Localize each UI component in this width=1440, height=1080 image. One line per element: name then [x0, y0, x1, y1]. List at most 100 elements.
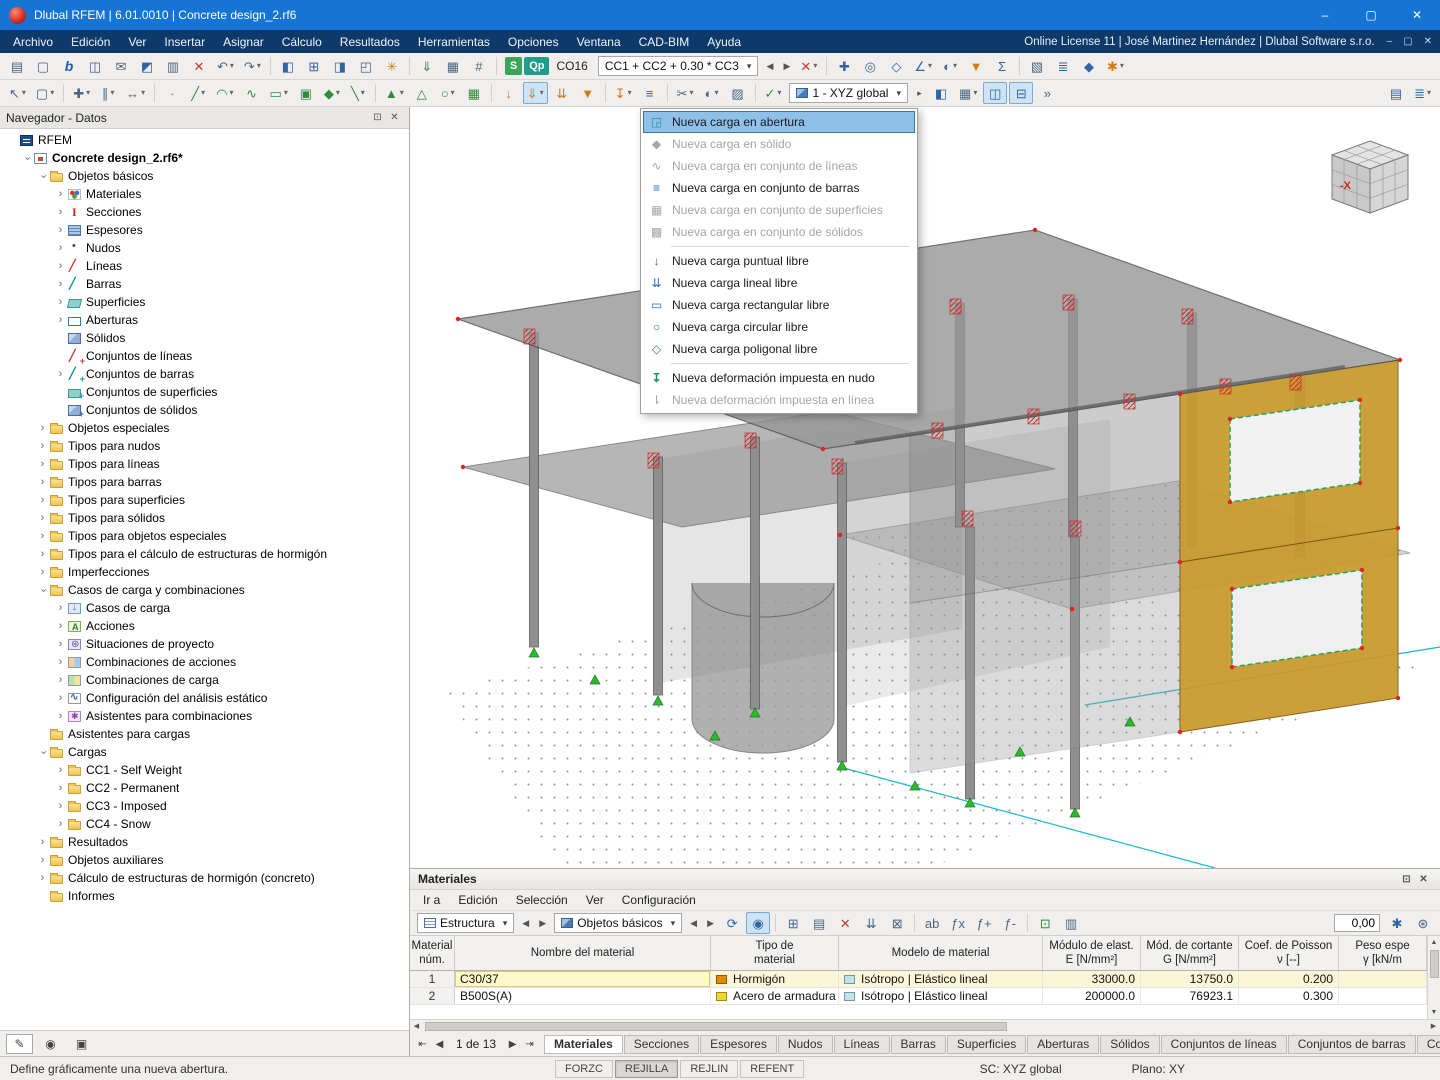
menubar-item[interactable]: Asignar — [214, 35, 273, 49]
next-page-icon[interactable]: ▶ — [504, 1039, 521, 1050]
print-icon[interactable]: ▥ — [161, 55, 185, 77]
specific-weight-cell[interactable] — [1339, 971, 1427, 987]
poisson-cell[interactable]: 0.300 — [1239, 988, 1339, 1004]
tree-item[interactable]: Objetos auxiliares — [0, 851, 409, 869]
new-node-icon[interactable]: ∙ — [160, 82, 184, 104]
tree-item[interactable]: Asistentes para combinaciones — [0, 707, 409, 725]
tree-item[interactable]: Combinaciones de acciones — [0, 653, 409, 671]
clipping-box-icon[interactable]: ▨ — [726, 82, 750, 104]
context-menu-item[interactable]: Nueva carga poligonal libre — [643, 338, 915, 360]
tree-item[interactable]: Imperfecciones — [0, 563, 409, 581]
menubar-item[interactable]: Herramientas — [409, 35, 499, 49]
next-loadcase-icon[interactable]: ▶ — [779, 55, 794, 77]
next-group-icon[interactable]: ▶ — [703, 912, 718, 934]
print-table-icon[interactable]: ▥ — [1059, 912, 1083, 934]
table-tab[interactable]: Conju — [1417, 1035, 1440, 1054]
camera-navigator-tab-icon[interactable]: ▣ — [68, 1034, 95, 1054]
menubar-item[interactable]: Cálculo — [273, 35, 331, 49]
new-surface-icon[interactable]: ▭ — [266, 82, 292, 104]
table-tab[interactable]: Líneas — [834, 1035, 890, 1054]
table-tab[interactable]: Barras — [891, 1035, 946, 1054]
tree-item[interactable]: Superficies — [0, 293, 409, 311]
tree-item[interactable]: Sólidos — [0, 329, 409, 347]
tree-expander-icon[interactable] — [54, 315, 67, 326]
visibility-icon[interactable]: ◐ — [938, 55, 962, 77]
favorites-icon[interactable]: ✱ — [1103, 55, 1128, 77]
tree-expander-icon[interactable] — [54, 261, 67, 272]
tree-item[interactable]: CC2 - Permanent — [0, 779, 409, 797]
select-arrow-icon[interactable]: ↖ — [5, 82, 30, 104]
table-tab[interactable]: Espesores — [700, 1035, 777, 1054]
data-navigator-tab-icon[interactable]: ✎ — [6, 1034, 33, 1054]
tree-item[interactable]: Tipos para el cálculo de estructuras de … — [0, 545, 409, 563]
tree-expander-icon[interactable] — [36, 513, 49, 524]
snap-toggle[interactable]: FORZC — [555, 1060, 613, 1078]
fx-icon[interactable]: ƒx — [946, 912, 970, 934]
context-menu-item[interactable]: Nueva carga circular libre — [643, 316, 915, 338]
table-tab[interactable]: Conjuntos de líneas — [1161, 1035, 1287, 1054]
separator[interactable] — [826, 57, 827, 75]
separator[interactable] — [270, 57, 271, 75]
menubar-item[interactable]: Resultados — [331, 35, 409, 49]
tree-expander-icon[interactable] — [36, 567, 49, 578]
follow-selection-icon[interactable]: ◉ — [746, 912, 770, 934]
prev-group-icon[interactable]: ◀ — [686, 912, 701, 934]
filter-icon[interactable]: ▼ — [964, 55, 988, 77]
show-loads-icon[interactable]: ⇓ — [415, 55, 439, 77]
tree-expander-icon[interactable] — [54, 675, 67, 686]
tree-item[interactable]: Casos de carga — [0, 599, 409, 617]
show-mesh-icon[interactable]: ▦ — [441, 55, 465, 77]
new-opening-icon[interactable]: ▣ — [294, 82, 318, 104]
tree-item[interactable]: Conjuntos de sólidos — [0, 401, 409, 419]
separator[interactable] — [491, 84, 492, 102]
separator[interactable] — [914, 914, 915, 932]
tree-expander-icon[interactable] — [54, 279, 67, 290]
elastic-modulus-cell[interactable]: 200000.0 — [1043, 988, 1141, 1004]
tree-item[interactable]: Informes — [0, 887, 409, 905]
table-menu-item[interactable]: Selección — [507, 893, 577, 907]
separator[interactable] — [409, 57, 410, 75]
edit-table-icon[interactable]: ▤ — [807, 912, 831, 934]
new-hinge-icon[interactable]: ○ — [436, 82, 460, 104]
context-menu-item[interactable]: Nueva carga en abertura — [643, 111, 915, 133]
table-row[interactable]: 1 C30/37 Hormigón Isótropo | Elástico li… — [410, 971, 1427, 988]
table-menu-item[interactable]: Ver — [577, 893, 613, 907]
separator[interactable] — [63, 84, 64, 102]
work-plane-status[interactable]: Plano: XY — [1132, 1062, 1185, 1076]
rigid-link-icon[interactable]: ≡ — [638, 82, 662, 104]
tree-expander-icon[interactable] — [54, 657, 67, 668]
table-tab[interactable]: Conjuntos de barras — [1288, 1035, 1416, 1054]
coordinate-next-icon[interactable]: ▸ — [912, 82, 927, 104]
table-tab[interactable]: Nudos — [778, 1035, 833, 1054]
more-tools-icon[interactable]: » — [1035, 82, 1059, 104]
coordinate-system-status[interactable]: SC: XYZ global — [980, 1062, 1062, 1076]
tree-expander-icon[interactable] — [54, 621, 67, 632]
section-cut-icon[interactable]: ✂ — [673, 82, 698, 104]
views-navigator-tab-icon[interactable]: ◉ — [37, 1034, 64, 1054]
new-polyline-icon[interactable]: ∿ — [240, 82, 264, 104]
save-icon[interactable]: ◩ — [135, 55, 159, 77]
separator[interactable] — [775, 914, 776, 932]
tables-toggle-icon[interactable]: ⊞ — [302, 55, 326, 77]
new-nodal-support-icon[interactable]: ▲ — [381, 82, 408, 104]
viewport[interactable]: -X — [410, 107, 1440, 868]
plane-xy-icon[interactable]: ◫ — [983, 82, 1007, 104]
tree-expander-icon[interactable] — [54, 603, 67, 614]
shear-modulus-cell[interactable]: 13750.0 — [1141, 971, 1239, 987]
new-line-support-icon[interactable]: △ — [410, 82, 434, 104]
panel-toggle-icon[interactable]: ◨ — [328, 55, 352, 77]
visibility-mode-icon[interactable]: ◐ — [700, 82, 724, 104]
sum-results-icon[interactable]: Σ — [990, 55, 1014, 77]
tree-expander-icon[interactable] — [54, 783, 67, 794]
menubar-item[interactable]: Ventana — [568, 35, 630, 49]
prev-page-icon[interactable]: ◀ — [431, 1039, 448, 1050]
tree-expander-icon[interactable] — [36, 495, 49, 506]
scroll-down-icon[interactable] — [1428, 1006, 1440, 1019]
snap-toggle[interactable]: REJLIN — [680, 1060, 738, 1078]
views-list-icon[interactable]: ≣ — [1410, 82, 1435, 104]
tree-item[interactable]: Combinaciones de carga — [0, 671, 409, 689]
result-qp-chip[interactable]: Qp — [524, 57, 549, 75]
navigator-toggle-icon[interactable]: ◧ — [276, 55, 300, 77]
fx-add-icon[interactable]: ƒ+ — [972, 912, 996, 934]
paste-icon[interactable]: ▤ — [5, 55, 29, 77]
